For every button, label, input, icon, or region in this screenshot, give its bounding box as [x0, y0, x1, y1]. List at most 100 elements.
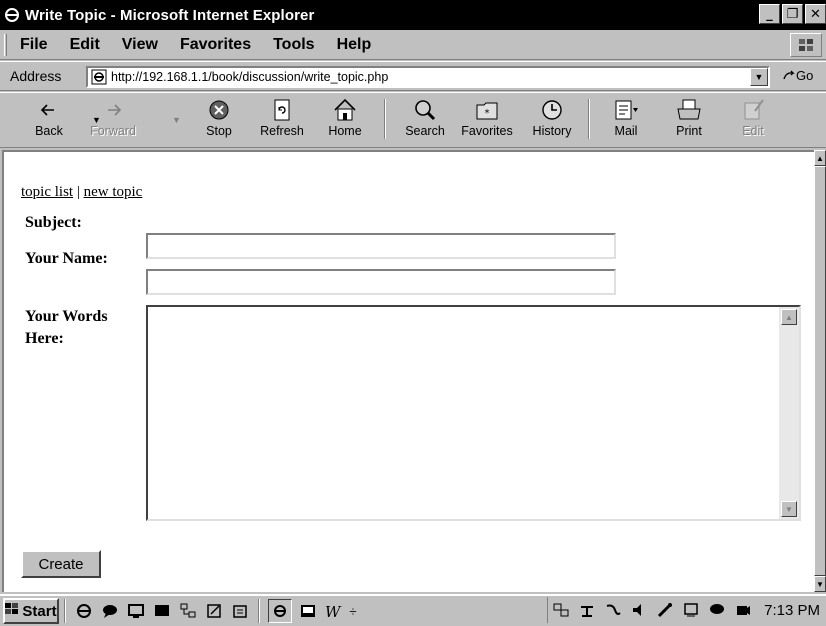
refresh-icon — [274, 99, 290, 121]
start-button[interactable]: Start — [3, 598, 59, 624]
home-button[interactable]: Home — [316, 97, 374, 145]
menu-edit[interactable]: Edit — [59, 36, 111, 54]
your-name-label: Your Name: — [25, 250, 108, 267]
menu-tools[interactable]: Tools — [262, 36, 325, 54]
ie-logo-icon — [3, 6, 21, 24]
favorites-label: Favorites — [461, 124, 513, 138]
nav-separator: | — [76, 184, 80, 200]
svg-text:*: * — [485, 108, 490, 119]
print-button[interactable]: Print — [660, 97, 718, 145]
monitor-quicklaunch-icon[interactable] — [152, 601, 172, 621]
history-button[interactable]: History — [523, 97, 581, 145]
refresh-button[interactable]: Refresh — [253, 97, 311, 145]
mail-icon — [615, 100, 638, 120]
subject-label: Subject: — [25, 214, 82, 231]
start-label: Start — [22, 602, 57, 620]
system-tray: 7:13 PM — [547, 597, 826, 623]
search-label: Search — [405, 124, 445, 138]
refresh-label: Refresh — [260, 124, 304, 138]
tray-link-icon[interactable] — [603, 600, 623, 620]
page-scroll-thumb[interactable] — [814, 166, 826, 576]
menu-help[interactable]: Help — [326, 36, 383, 54]
edit-icon — [744, 99, 764, 120]
home-icon — [334, 98, 356, 121]
tray-chat-icon[interactable] — [707, 600, 727, 620]
network-quicklaunch-icon[interactable] — [178, 601, 198, 621]
history-icon — [542, 100, 562, 120]
page-content: topic list | new topic Subject: Your Nam… — [2, 150, 814, 592]
scroll-down-icon[interactable]: ▼ — [781, 501, 797, 517]
page-scroll-up-icon[interactable]: ▲ — [814, 150, 826, 166]
mail-button[interactable]: Mail — [597, 97, 655, 145]
windows-flag-icon — [790, 33, 822, 57]
home-label: Home — [328, 124, 362, 138]
forward-button[interactable]: Forward — [84, 97, 142, 145]
mail-label: Mail — [614, 124, 638, 138]
restore-icon: ❐ — [786, 6, 799, 22]
print-label: Print — [676, 124, 702, 138]
chat-quicklaunch-icon[interactable] — [100, 601, 120, 621]
tray-tools-icon[interactable] — [655, 600, 675, 620]
topic-nav: topic list | new topic — [21, 184, 142, 201]
back-arrow-icon — [40, 104, 54, 116]
tray-network-icon[interactable] — [551, 600, 571, 620]
menu-favorites[interactable]: Favorites — [169, 36, 262, 54]
page-scrollbar[interactable]: ▲ ▼ — [814, 150, 826, 592]
address-dropdown-button[interactable]: ▼ — [750, 68, 768, 86]
ie-quicklaunch-icon[interactable] — [74, 601, 94, 621]
your-name-input[interactable] — [146, 269, 616, 295]
windows-logo-icon — [5, 602, 19, 620]
maximize-button[interactable]: ❐ — [782, 4, 803, 24]
address-label: Address — [10, 68, 62, 84]
favorites-button[interactable]: * Favorites — [458, 97, 516, 145]
tray-volume-icon[interactable] — [733, 600, 753, 620]
forward-dropdown-icon[interactable]: ▼ — [172, 115, 181, 125]
go-label: Go — [796, 68, 814, 83]
tray-server-icon[interactable] — [577, 600, 597, 620]
ie-task-icon[interactable] — [268, 599, 292, 623]
scroll-up-icon[interactable]: ▲ — [781, 309, 797, 325]
your-words-label-line1: Your Words — [25, 308, 108, 325]
menu-file[interactable]: File — [7, 36, 59, 54]
textarea-scrollbar[interactable]: ▲ ▼ — [779, 307, 799, 519]
your-words-label-line2: Here: — [25, 330, 64, 347]
desktop-quicklaunch-icon[interactable] — [126, 601, 146, 621]
toolbar-separator — [588, 99, 590, 139]
page-icon — [91, 69, 107, 85]
toolbar-separator — [384, 99, 386, 139]
address-url: http://192.168.1.1/book/discussion/write… — [111, 70, 389, 84]
stop-button[interactable]: Stop — [190, 97, 248, 145]
taskbar: Start W ÷ 7:13 PM — [0, 594, 826, 626]
address-bar: Address http://192.168.1.1/book/discussi… — [0, 61, 826, 91]
console-task-icon[interactable] — [298, 601, 318, 621]
tray-speaker-icon[interactable] — [629, 600, 649, 620]
history-label: History — [532, 124, 572, 138]
tray-display-icon[interactable] — [681, 600, 701, 620]
edit-button[interactable]: Edit — [724, 97, 782, 145]
stop-label: Stop — [206, 124, 232, 138]
notepad-quicklaunch-icon[interactable] — [204, 601, 224, 621]
topic-list-link[interactable]: topic list — [21, 184, 73, 200]
go-button[interactable]: Go — [782, 68, 813, 83]
menu-bar: File Edit View Favorites Tools Help — [0, 30, 826, 60]
standard-toolbar: Back ▼ Forward ▼ Stop Refresh Home Searc… — [0, 92, 826, 148]
create-button[interactable]: Create — [21, 550, 101, 578]
search-icon — [415, 100, 436, 121]
taskbar-resize-icon[interactable]: ÷ — [347, 601, 359, 621]
close-button[interactable]: ✕ — [805, 4, 826, 24]
back-label: Back — [35, 124, 63, 138]
word-task-icon[interactable]: W — [324, 601, 344, 621]
address-input[interactable]: http://192.168.1.1/book/discussion/write… — [86, 66, 770, 88]
minimize-button[interactable]: _ — [759, 4, 780, 24]
your-words-textarea[interactable]: ▲ ▼ — [146, 305, 801, 521]
taskbar-separator — [64, 599, 66, 623]
new-topic-link[interactable]: new topic — [84, 184, 143, 200]
favorites-icon: * — [476, 102, 498, 120]
svg-text:W: W — [325, 603, 342, 620]
menu-view[interactable]: View — [111, 36, 169, 54]
subject-input[interactable] — [146, 233, 616, 259]
scheduler-quicklaunch-icon[interactable] — [230, 601, 250, 621]
back-button[interactable]: Back — [20, 97, 78, 145]
page-scroll-down-icon[interactable]: ▼ — [814, 576, 826, 592]
search-button[interactable]: Search — [396, 97, 454, 145]
